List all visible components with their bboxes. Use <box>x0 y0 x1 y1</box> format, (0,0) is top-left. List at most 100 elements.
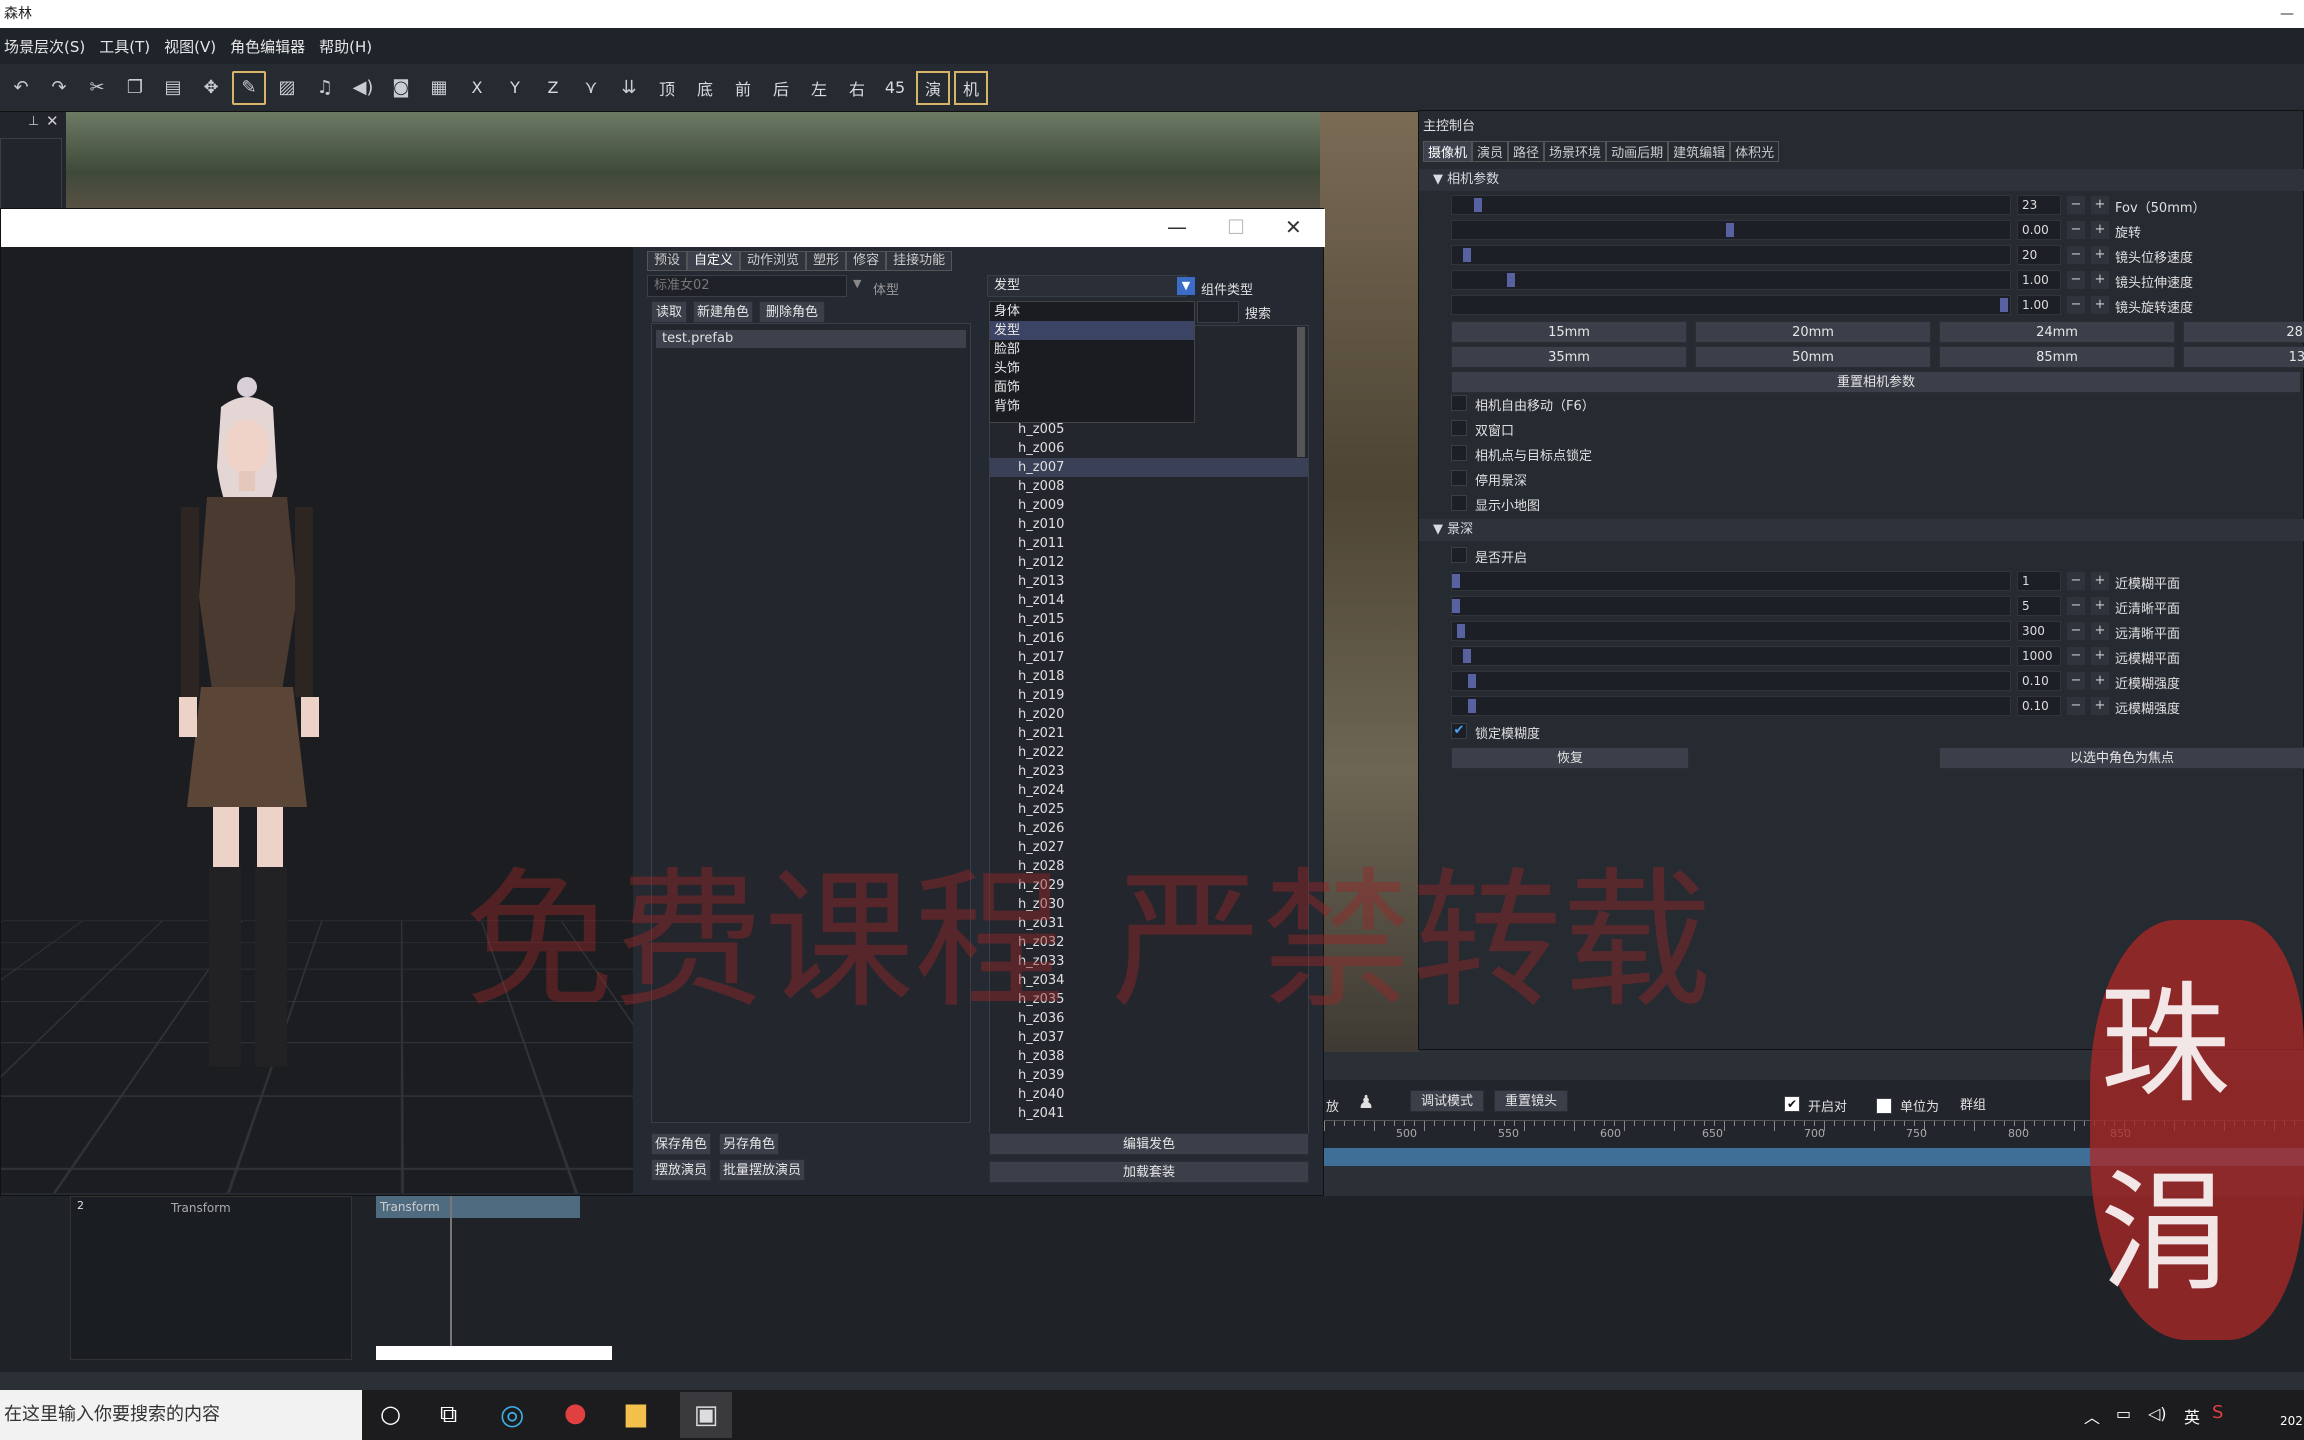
axis-x-button[interactable]: X <box>460 71 494 105</box>
list-item[interactable]: h_z024 <box>990 781 1308 800</box>
minus-button[interactable]: − <box>2067 572 2085 590</box>
minimize-icon[interactable]: — <box>1167 215 1187 239</box>
debug-mode-button[interactable]: 调试模式 <box>1410 1090 1484 1112</box>
list-item[interactable]: h_z019 <box>990 686 1308 705</box>
place-actor-button[interactable]: 摆放演员 <box>651 1159 711 1181</box>
list-item[interactable]: h_z038 <box>990 1047 1308 1066</box>
delete-role-button[interactable]: 删除角色 <box>759 301 825 323</box>
list-item[interactable]: h_z009 <box>990 496 1308 515</box>
paste-icon[interactable]: ▤ <box>156 71 190 105</box>
task-view-icon[interactable]: ⧉ <box>440 1400 457 1428</box>
ime-indicator[interactable]: 英 <box>2184 1404 2200 1428</box>
sogou-icon[interactable]: S <box>2212 1402 2223 1423</box>
list-item[interactable]: h_z022 <box>990 743 1308 762</box>
camera-icon[interactable]: ◙ <box>384 71 418 105</box>
minimize-icon[interactable]: — <box>2280 0 2294 28</box>
body-type-input[interactable]: 标准女02 <box>647 275 847 297</box>
slider-knob[interactable] <box>1473 198 1482 212</box>
slider-knob[interactable] <box>1468 674 1477 688</box>
search-label[interactable]: 搜索 <box>1245 303 1271 322</box>
reset-lens-button[interactable]: 重置镜头 <box>1494 1090 1568 1112</box>
slider-knob[interactable] <box>2000 298 2008 312</box>
unit-checkbox[interactable] <box>1876 1098 1892 1114</box>
redo-icon[interactable]: ↷ <box>42 71 76 105</box>
undo-icon[interactable]: ↶ <box>4 71 38 105</box>
camera-checkbox[interactable] <box>1451 495 1467 511</box>
dof-section-header[interactable]: ▼ 景深 <box>1419 519 2304 541</box>
recorder-icon[interactable]: ● <box>564 1398 587 1428</box>
transform-clip[interactable]: Transform <box>376 1196 580 1218</box>
network-icon[interactable]: ▭ <box>2116 1404 2131 1423</box>
list-item[interactable]: h_z011 <box>990 534 1308 553</box>
camera-checkbox[interactable] <box>1451 470 1467 486</box>
param-value[interactable]: 0.00 <box>2017 220 2061 240</box>
param-value[interactable]: 5 <box>2017 596 2061 616</box>
component-dropdown[interactable]: 身体 发型 脸部 头饰 面饰 背饰 <box>989 301 1195 423</box>
slider-knob[interactable] <box>1506 273 1515 287</box>
move-icon[interactable]: ✥ <box>194 71 228 105</box>
restore-button[interactable]: 恢复 <box>1451 747 1689 769</box>
list-item[interactable]: h_z018 <box>990 667 1308 686</box>
param-slider[interactable] <box>1451 245 2011 265</box>
param-slider[interactable] <box>1451 621 2011 641</box>
list-item[interactable]: h_z020 <box>990 705 1308 724</box>
plus-button[interactable]: + <box>2091 697 2109 715</box>
group-button[interactable]: 群组 <box>1960 1094 1986 1113</box>
minus-button[interactable]: − <box>2067 647 2085 665</box>
pin-icon[interactable]: ⊥ <box>28 114 39 129</box>
camera-checkbox[interactable] <box>1451 445 1467 461</box>
slider-knob[interactable] <box>1457 624 1466 638</box>
chevron-down-icon[interactable]: ▼ <box>853 277 861 290</box>
batch-place-button[interactable]: 批量摆放演员 <box>719 1159 805 1181</box>
lens-preset-button[interactable]: 85mm <box>1939 346 2175 368</box>
view-right-button[interactable]: 右 <box>840 71 874 105</box>
app-icon[interactable]: ▣ <box>680 1392 732 1438</box>
param-value[interactable]: 0.10 <box>2017 696 2061 716</box>
edge-icon[interactable]: ◎ <box>500 1398 524 1431</box>
tab-retouch[interactable]: 修容 <box>846 251 887 271</box>
tab-attach[interactable]: 挂接功能 <box>886 251 953 271</box>
param-value[interactable]: 1000 <box>2017 646 2061 666</box>
dropdown-option[interactable]: 身体 <box>990 302 1194 321</box>
camera-checkbox[interactable] <box>1451 420 1467 436</box>
tab-preset[interactable]: 预设 <box>647 251 688 271</box>
view-45-button[interactable]: 45 <box>878 71 912 105</box>
camera-mode-button[interactable]: 机 <box>954 70 988 105</box>
param-value[interactable]: 23 <box>2017 195 2061 215</box>
param-slider[interactable] <box>1451 571 2011 591</box>
menu-scene[interactable]: 场景层次(S) <box>4 36 85 57</box>
menu-help[interactable]: 帮助(H) <box>319 36 372 57</box>
playhead[interactable] <box>450 1196 452 1346</box>
param-slider[interactable] <box>1451 220 2011 240</box>
dropdown-option[interactable]: 头饰 <box>990 359 1194 378</box>
snap-checkbox[interactable]: ✔ <box>1784 1096 1800 1112</box>
axis-all-icon[interactable]: ⋎ <box>574 71 608 105</box>
param-value[interactable]: 1.00 <box>2017 270 2061 290</box>
slider-knob[interactable] <box>1462 649 1471 663</box>
list-item[interactable]: h_z016 <box>990 629 1308 648</box>
lens-preset-button[interactable]: 130 <box>2183 346 2304 368</box>
reset-camera-button[interactable]: 重置相机参数 <box>1451 371 2301 393</box>
list-item[interactable]: h_z017 <box>990 648 1308 667</box>
param-value[interactable]: 0.10 <box>2017 671 2061 691</box>
minus-button[interactable]: − <box>2067 246 2085 264</box>
plus-button[interactable]: + <box>2091 246 2109 264</box>
axis-y-button[interactable]: Y <box>498 71 532 105</box>
plus-button[interactable]: + <box>2091 647 2109 665</box>
minus-button[interactable]: − <box>2067 296 2085 314</box>
minus-button[interactable]: − <box>2067 597 2085 615</box>
tab-building[interactable]: 建筑编辑 <box>1668 141 1731 162</box>
param-slider[interactable] <box>1451 195 2011 215</box>
minus-button[interactable]: − <box>2067 271 2085 289</box>
view-bottom-button[interactable]: 底 <box>688 71 722 105</box>
param-slider[interactable] <box>1451 646 2011 666</box>
view-front-button[interactable]: 前 <box>726 71 760 105</box>
plus-button[interactable]: + <box>2091 572 2109 590</box>
plus-button[interactable]: + <box>2091 622 2109 640</box>
slider-knob[interactable] <box>1726 223 1734 237</box>
plus-button[interactable]: + <box>2091 196 2109 214</box>
list-item[interactable]: h_z039 <box>990 1066 1308 1085</box>
list-item[interactable]: h_z010 <box>990 515 1308 534</box>
dropdown-arrow-icon[interactable]: ▼ <box>1177 277 1195 295</box>
menu-role-editor[interactable]: 角色编辑器 <box>230 36 305 57</box>
